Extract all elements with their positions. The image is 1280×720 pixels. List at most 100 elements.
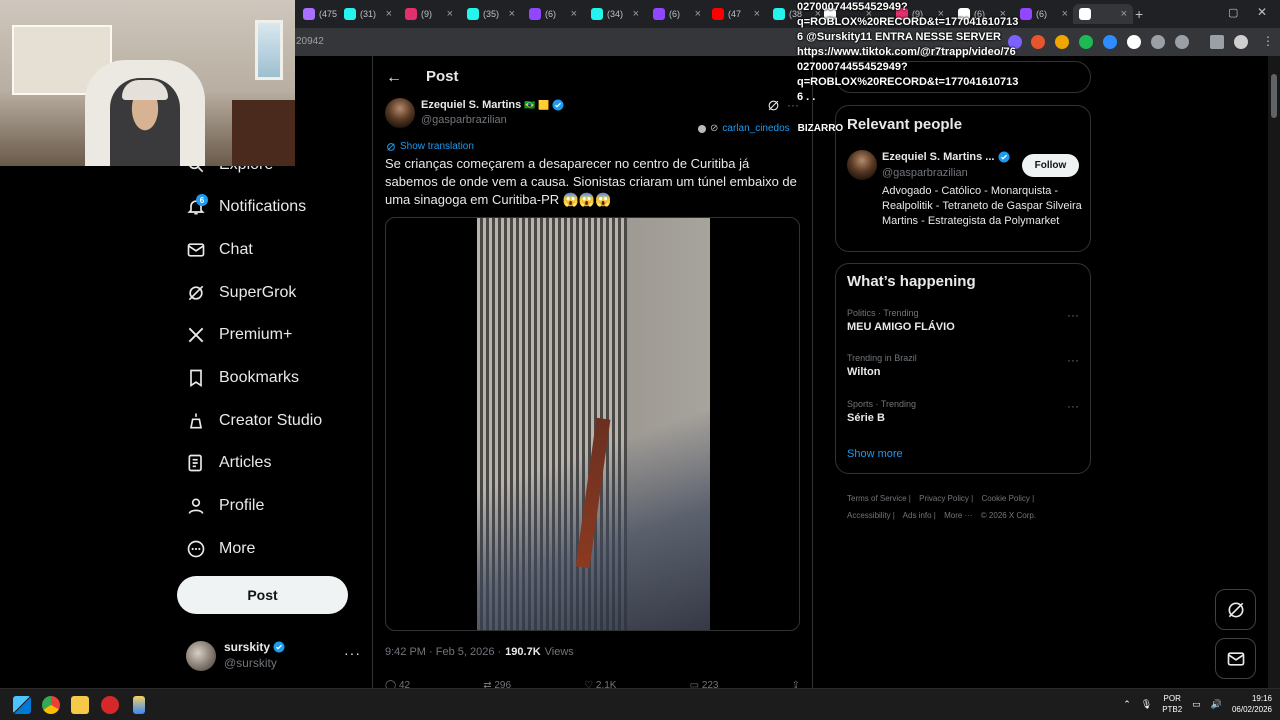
tab-close-icon[interactable]: × [447, 8, 453, 20]
browser-tab[interactable]: (34) × [585, 4, 645, 24]
tab-favicon-icon [467, 8, 479, 20]
author-name: Ezequiel S. Martins [421, 99, 522, 111]
extension-icon[interactable] [1079, 35, 1093, 49]
footer-link[interactable]: Terms of Service | [847, 494, 911, 503]
footer-copyright: © 2026 X Corp. [980, 511, 1037, 520]
chrome-icon[interactable] [42, 696, 60, 714]
nav-item-bookmarks[interactable]: Bookmarks [186, 363, 299, 393]
footer-link[interactable]: Cookie Policy | [981, 494, 1034, 503]
browser-tab[interactable]: × [1073, 4, 1133, 24]
new-tab-icon[interactable]: + [1135, 6, 1143, 22]
author-handle[interactable]: @gasparbrazilian [421, 114, 507, 126]
account-avatar[interactable] [186, 641, 216, 671]
extension-icon[interactable] [1055, 35, 1069, 49]
author-avatar[interactable] [385, 98, 415, 128]
tab-favicon-icon [303, 8, 315, 20]
tweet-text: Se crianças começarem a desaparecer no c… [385, 156, 797, 207]
nav-item-premium[interactable]: Premium+ [186, 320, 292, 350]
nav-item-label: Creator Studio [219, 412, 323, 429]
show-more-link[interactable]: Show more [847, 448, 903, 460]
browser-menu-icon[interactable]: ⋮ [1262, 34, 1274, 48]
author-flags: 🇧🇷 🟨 [524, 99, 550, 110]
chevron-up-icon[interactable]: ⌃ [1123, 699, 1131, 710]
browser-tab[interactable]: (6) × [647, 4, 707, 24]
nav-item-supergrok[interactable]: SuperGrok [186, 278, 296, 308]
messages-floating-button[interactable] [1215, 638, 1256, 679]
tab-close-icon[interactable]: × [695, 8, 701, 20]
nav-item-profile[interactable]: Profile [186, 491, 264, 521]
author-name-row[interactable]: Ezequiel S. Martins 🇧🇷 🟨 [421, 99, 564, 111]
follow-button[interactable]: Follow [1022, 154, 1079, 177]
tab-close-icon[interactable]: × [1062, 8, 1068, 20]
browser-tab[interactable]: (6) × [523, 4, 583, 24]
tab-close-icon[interactable]: × [1121, 8, 1127, 20]
account-more-icon[interactable]: ··· [344, 645, 361, 661]
footer-link[interactable]: Ads info | [903, 511, 936, 520]
browser-tab[interactable]: (9) × [399, 4, 459, 24]
file-explorer-icon[interactable] [71, 696, 89, 714]
tab-close-icon[interactable]: × [386, 8, 392, 20]
more-circle-icon [186, 539, 206, 559]
post-video[interactable] [385, 217, 800, 631]
language-indicator[interactable]: POR PTB2 [1162, 693, 1182, 715]
tab-favicon-icon [773, 8, 785, 20]
grok-icon [186, 283, 206, 303]
windows-start-icon[interactable] [13, 696, 31, 714]
trend-item[interactable]: Politics · Trending MEU AMIGO FLÁVIO ··· [847, 308, 1079, 333]
clock[interactable]: 19:16 06/02/2026 [1232, 693, 1272, 715]
extension-icon[interactable] [1103, 35, 1117, 49]
tab-close-icon[interactable]: × [754, 8, 760, 20]
trend-more-icon[interactable]: ··· [1067, 399, 1079, 413]
profile-avatar-icon[interactable] [1234, 35, 1248, 49]
footer-link[interactable]: Privacy Policy | [919, 494, 973, 503]
relevant-person-name-row[interactable]: Ezequiel S. Martins ... [882, 151, 1010, 163]
nav-item-more[interactable]: More [186, 534, 255, 564]
trend-more-icon[interactable]: ··· [1067, 308, 1079, 322]
network-icon[interactable]: ▭ [1192, 699, 1201, 710]
scrollbar-thumb[interactable] [1271, 74, 1277, 118]
nav-item-chat[interactable]: Chat [186, 235, 253, 265]
overlay-badge-icon [698, 124, 706, 133]
trend-item[interactable]: Trending in Brazil Wilton ··· [847, 353, 1079, 378]
tab-close-icon[interactable]: × [571, 8, 577, 20]
extension-icon[interactable] [1151, 35, 1165, 49]
trend-meta: Sports · Trending [847, 399, 917, 409]
grok-icon[interactable] [767, 99, 780, 112]
tab-close-icon[interactable]: × [509, 8, 515, 20]
nav-item-label: Notifications [219, 198, 307, 215]
account-name-row[interactable]: surskity [224, 640, 285, 654]
volume-icon[interactable]: 🔊 [1211, 699, 1222, 710]
nav-item-creator-studio[interactable]: Creator Studio [186, 406, 322, 436]
back-arrow-icon[interactable]: ← [386, 69, 402, 87]
extensions-puzzle-icon[interactable] [1175, 35, 1189, 49]
scrollbar[interactable] [1268, 56, 1280, 688]
footer-link[interactable]: More ··· [944, 511, 972, 520]
extension-icon[interactable] [1127, 35, 1141, 49]
footer-link[interactable]: Accessibility | [847, 511, 895, 520]
nav-item-articles[interactable]: Articles [186, 448, 271, 478]
relevant-person-avatar[interactable] [847, 150, 877, 180]
trend-more-icon[interactable]: ··· [1067, 353, 1079, 367]
reading-list-icon[interactable] [1210, 35, 1224, 49]
window-maximize-icon[interactable]: ▢ [1228, 6, 1238, 19]
show-translation-link[interactable]: Show translation [386, 141, 474, 152]
browser-tab[interactable]: (47 × [706, 4, 766, 24]
url-text[interactable]: 20942 [296, 36, 324, 47]
post-button[interactable]: Post [177, 576, 348, 614]
browser-tab[interactable]: (35) × [461, 4, 521, 24]
trend-meta: Politics · Trending [847, 308, 919, 318]
grok-floating-button[interactable] [1215, 589, 1256, 630]
tab-label: (47 [728, 9, 742, 19]
browser-tab[interactable]: (31) × [338, 4, 398, 24]
post-timestamp[interactable]: 9:42 PM · Feb 5, 2026 · [385, 646, 501, 658]
envelope-icon [186, 240, 206, 260]
window-close-icon[interactable]: ✕ [1257, 5, 1267, 19]
article-icon [186, 453, 206, 473]
app-icon[interactable] [101, 696, 119, 714]
trend-item[interactable]: Sports · Trending Série B ··· [847, 399, 1079, 424]
bookmark-icon [186, 368, 206, 388]
tab-close-icon[interactable]: × [633, 8, 639, 20]
microphone-icon[interactable]: 🎙 [1141, 699, 1152, 710]
app-icon[interactable] [133, 696, 145, 714]
relevant-person-handle[interactable]: @gasparbrazilian [882, 167, 968, 179]
